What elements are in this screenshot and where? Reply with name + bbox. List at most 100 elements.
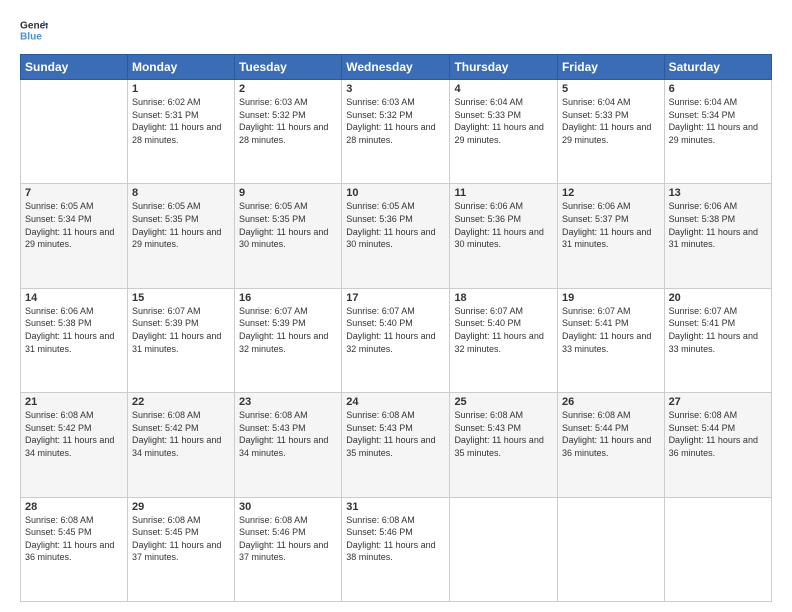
day-info: Sunrise: 6:05 AMSunset: 5:36 PMDaylight:… (346, 201, 435, 249)
day-info: Sunrise: 6:07 AMSunset: 5:39 PMDaylight:… (239, 306, 328, 354)
day-info: Sunrise: 6:06 AMSunset: 5:37 PMDaylight:… (562, 201, 651, 249)
day-cell: 26 Sunrise: 6:08 AMSunset: 5:44 PMDayligh… (557, 393, 664, 497)
day-cell: 14Sunrise: 6:06 AMSunset: 5:38 PMDayligh… (21, 288, 128, 392)
day-cell: 3Sunrise: 6:03 AMSunset: 5:32 PMDaylight… (342, 80, 450, 184)
day-info: Sunrise: 6:06 AMSunset: 5:36 PMDaylight:… (454, 201, 543, 249)
day-cell: 9 Sunrise: 6:05 AMSunset: 5:35 PMDaylight… (235, 184, 342, 288)
day-info: Sunrise: 6:08 AMSunset: 5:45 PMDaylight:… (132, 515, 221, 563)
day-cell: 25 Sunrise: 6:08 AMSunset: 5:43 PMDayligh… (450, 393, 558, 497)
day-cell: 1Sunrise: 6:02 AMSunset: 5:31 PMDaylight… (127, 80, 234, 184)
day-cell: 15 Sunrise: 6:07 AMSunset: 5:39 PMDayligh… (127, 288, 234, 392)
day-number: 23 (239, 396, 337, 408)
day-number: 30 (239, 501, 337, 513)
day-cell: 23 Sunrise: 6:08 AMSunset: 5:43 PMDayligh… (235, 393, 342, 497)
day-number: 7 (25, 187, 123, 199)
weekday-header-sunday: Sunday (21, 55, 128, 80)
day-number: 11 (454, 187, 553, 199)
day-info: Sunrise: 6:08 AMSunset: 5:42 PMDaylight:… (132, 410, 221, 458)
day-info: Sunrise: 6:07 AMSunset: 5:39 PMDaylight:… (132, 306, 221, 354)
day-info: Sunrise: 6:07 AMSunset: 5:41 PMDaylight:… (562, 306, 651, 354)
day-number: 2 (239, 83, 337, 95)
day-info: Sunrise: 6:07 AMSunset: 5:40 PMDaylight:… (346, 306, 435, 354)
day-cell: 7 Sunrise: 6:05 AMSunset: 5:34 PMDaylight… (21, 184, 128, 288)
day-number: 25 (454, 396, 553, 408)
day-number: 9 (239, 187, 337, 199)
day-cell: 22 Sunrise: 6:08 AMSunset: 5:42 PMDayligh… (127, 393, 234, 497)
day-number: 19 (562, 292, 660, 304)
day-cell: 4 Sunrise: 6:04 AMSunset: 5:33 PMDaylight… (450, 80, 558, 184)
day-cell (664, 497, 771, 601)
day-cell: 5 Sunrise: 6:04 AMSunset: 5:33 PMDaylight… (557, 80, 664, 184)
day-info: Sunrise: 6:08 AMSunset: 5:44 PMDaylight:… (562, 410, 651, 458)
weekday-header-saturday: Saturday (664, 55, 771, 80)
day-cell (450, 497, 558, 601)
day-info: Sunrise: 6:04 AMSunset: 5:34 PMDaylight:… (669, 97, 758, 145)
day-info: Sunrise: 6:05 AMSunset: 5:34 PMDaylight:… (25, 201, 114, 249)
day-info: Sunrise: 6:08 AMSunset: 5:45 PMDaylight:… (25, 515, 114, 563)
day-info: Sunrise: 6:07 AMSunset: 5:41 PMDaylight:… (669, 306, 758, 354)
day-cell: 2 Sunrise: 6:03 AMSunset: 5:32 PMDaylight… (235, 80, 342, 184)
day-cell: 31 Sunrise: 6:08 AMSunset: 5:46 PMDayligh… (342, 497, 450, 601)
day-number: 24 (346, 396, 445, 408)
day-number: 10 (346, 187, 445, 199)
day-info: Sunrise: 6:08 AMSunset: 5:43 PMDaylight:… (454, 410, 543, 458)
day-number: 20 (669, 292, 767, 304)
day-number: 21 (25, 396, 123, 408)
week-row-4: 21 Sunrise: 6:08 AMSunset: 5:42 PMDayligh… (21, 393, 772, 497)
day-info: Sunrise: 6:05 AMSunset: 5:35 PMDaylight:… (239, 201, 328, 249)
day-number: 16 (239, 292, 337, 304)
day-cell: 16 Sunrise: 6:07 AMSunset: 5:39 PMDayligh… (235, 288, 342, 392)
day-cell: 21 Sunrise: 6:08 AMSunset: 5:42 PMDayligh… (21, 393, 128, 497)
day-number: 8 (132, 187, 230, 199)
day-info: Sunrise: 6:03 AMSunset: 5:32 PMDaylight:… (239, 97, 328, 145)
day-number: 15 (132, 292, 230, 304)
day-cell: 11 Sunrise: 6:06 AMSunset: 5:36 PMDayligh… (450, 184, 558, 288)
day-cell: 30Sunrise: 6:08 AMSunset: 5:46 PMDayligh… (235, 497, 342, 601)
svg-text:Blue: Blue (20, 31, 42, 42)
day-info: Sunrise: 6:03 AMSunset: 5:32 PMDaylight:… (346, 97, 435, 145)
day-number: 4 (454, 83, 553, 95)
calendar-table: SundayMondayTuesdayWednesdayThursdayFrid… (20, 54, 772, 602)
day-number: 12 (562, 187, 660, 199)
day-info: Sunrise: 6:06 AMSunset: 5:38 PMDaylight:… (25, 306, 114, 354)
day-number: 6 (669, 83, 767, 95)
weekday-header-friday: Friday (557, 55, 664, 80)
day-cell: 13 Sunrise: 6:06 AMSunset: 5:38 PMDayligh… (664, 184, 771, 288)
day-cell: 28 Sunrise: 6:08 AMSunset: 5:45 PMDayligh… (21, 497, 128, 601)
day-cell: 29 Sunrise: 6:08 AMSunset: 5:45 PMDayligh… (127, 497, 234, 601)
day-cell: 10 Sunrise: 6:05 AMSunset: 5:36 PMDayligh… (342, 184, 450, 288)
day-number: 29 (132, 501, 230, 513)
week-row-3: 14Sunrise: 6:06 AMSunset: 5:38 PMDayligh… (21, 288, 772, 392)
day-number: 1 (132, 83, 230, 95)
weekday-header-row: SundayMondayTuesdayWednesdayThursdayFrid… (21, 55, 772, 80)
day-info: Sunrise: 6:04 AMSunset: 5:33 PMDaylight:… (454, 97, 543, 145)
day-cell (557, 497, 664, 601)
day-number: 26 (562, 396, 660, 408)
day-info: Sunrise: 6:06 AMSunset: 5:38 PMDaylight:… (669, 201, 758, 249)
day-number: 18 (454, 292, 553, 304)
day-number: 31 (346, 501, 445, 513)
day-number: 28 (25, 501, 123, 513)
day-number: 13 (669, 187, 767, 199)
weekday-header-tuesday: Tuesday (235, 55, 342, 80)
week-row-2: 7 Sunrise: 6:05 AMSunset: 5:34 PMDaylight… (21, 184, 772, 288)
day-number: 27 (669, 396, 767, 408)
day-info: Sunrise: 6:04 AMSunset: 5:33 PMDaylight:… (562, 97, 651, 145)
day-info: Sunrise: 6:08 AMSunset: 5:46 PMDaylight:… (346, 515, 435, 563)
day-number: 22 (132, 396, 230, 408)
day-cell: 19 Sunrise: 6:07 AMSunset: 5:41 PMDayligh… (557, 288, 664, 392)
day-info: Sunrise: 6:08 AMSunset: 5:42 PMDaylight:… (25, 410, 114, 458)
day-cell (21, 80, 128, 184)
weekday-header-monday: Monday (127, 55, 234, 80)
day-number: 5 (562, 83, 660, 95)
weekday-header-thursday: Thursday (450, 55, 558, 80)
header: General Blue (20, 16, 772, 44)
week-row-5: 28 Sunrise: 6:08 AMSunset: 5:45 PMDayligh… (21, 497, 772, 601)
day-info: Sunrise: 6:08 AMSunset: 5:43 PMDaylight:… (346, 410, 435, 458)
day-cell: 6 Sunrise: 6:04 AMSunset: 5:34 PMDaylight… (664, 80, 771, 184)
day-cell: 12 Sunrise: 6:06 AMSunset: 5:37 PMDayligh… (557, 184, 664, 288)
day-info: Sunrise: 6:08 AMSunset: 5:43 PMDaylight:… (239, 410, 328, 458)
day-info: Sunrise: 6:08 AMSunset: 5:44 PMDaylight:… (669, 410, 758, 458)
day-cell: 20 Sunrise: 6:07 AMSunset: 5:41 PMDayligh… (664, 288, 771, 392)
day-info: Sunrise: 6:05 AMSunset: 5:35 PMDaylight:… (132, 201, 221, 249)
